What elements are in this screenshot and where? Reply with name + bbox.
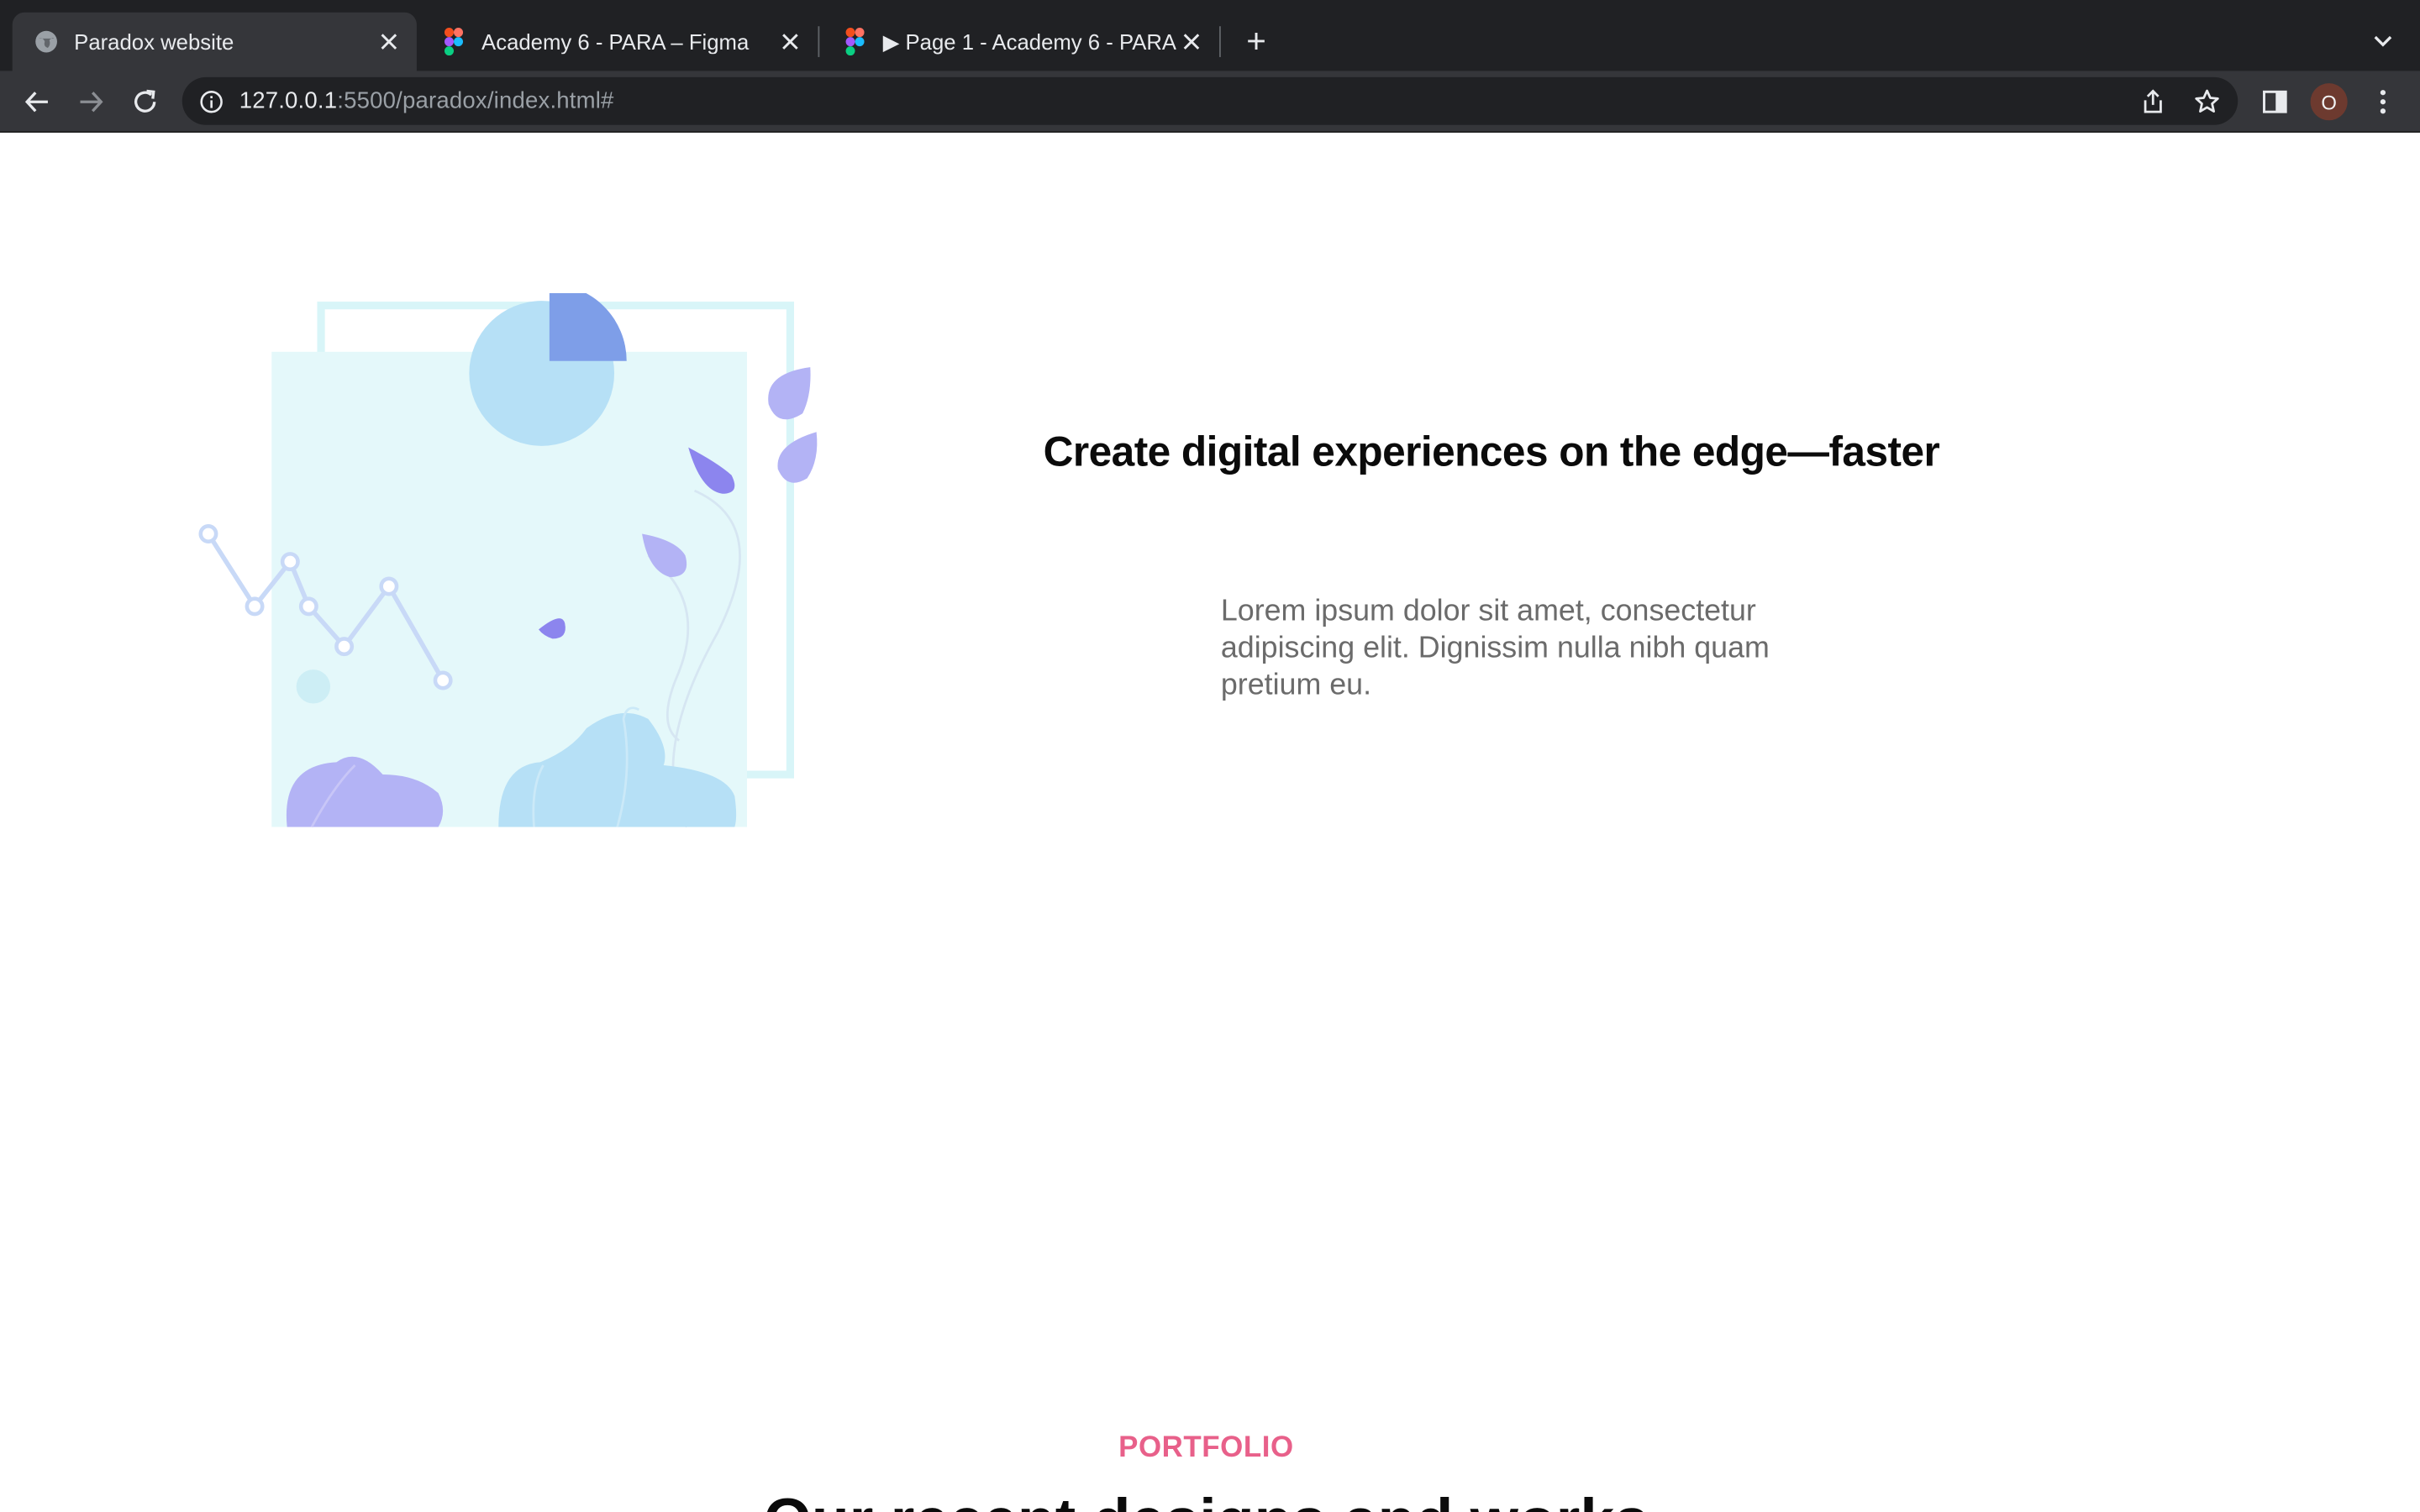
tab-close-icon[interactable]: [1176, 26, 1207, 57]
page-viewport: Create digital experiences on the edge—f…: [0, 132, 2420, 1512]
chevron-down-icon: [2374, 35, 2392, 47]
back-button[interactable]: [15, 81, 58, 123]
globe-icon: [34, 29, 58, 54]
forward-button[interactable]: [70, 81, 113, 123]
tab-page1-figma[interactable]: ▶ Page 1 - Academy 6 - PARA: [821, 13, 1219, 71]
arrow-right-icon: [80, 92, 103, 113]
bookmark-star-icon[interactable]: [2193, 88, 2221, 116]
hero-description: Lorem ipsum dolor sit amet, consectetur …: [1220, 594, 1770, 702]
tab-title: ▶ Page 1 - Academy 6 - PARA: [882, 28, 1176, 54]
reload-button[interactable]: [124, 81, 166, 123]
hero-title: Create digital experiences on the edge—f…: [1043, 428, 1940, 475]
tab-academy-figma[interactable]: Academy 6 - PARA – Figma: [420, 13, 818, 71]
plus-icon: +: [1246, 21, 1266, 60]
tab-separator: [818, 26, 820, 57]
side-panel-button[interactable]: [2254, 81, 2296, 123]
browser-toolbar: 127.0.0.1:5500/paradox/index.html# O: [0, 71, 2420, 133]
tab-title: Academy 6 - PARA – Figma: [481, 29, 750, 55]
arrow-left-icon: [24, 92, 48, 113]
url-path: :5500/paradox/index.html#: [337, 87, 614, 114]
figma-icon: [843, 28, 867, 56]
new-tab-button[interactable]: +: [1238, 21, 1275, 60]
url-host: 127.0.0.1: [239, 87, 338, 114]
profile-avatar[interactable]: O: [2310, 83, 2348, 121]
share-icon[interactable]: [2139, 88, 2167, 116]
tab-search-button[interactable]: [2365, 24, 2402, 60]
tab-close-icon[interactable]: [373, 26, 404, 57]
browser-tab-strip: Paradox website Academy 6 - PARA – Figma: [0, 0, 2420, 71]
reload-icon: [134, 89, 156, 113]
portfolio-heading: Our recent designs and works: [0, 1488, 2412, 1512]
menu-button[interactable]: [2361, 81, 2404, 123]
portfolio-section-label: PORTFOLIO: [1118, 1431, 1294, 1465]
figma-icon: [441, 28, 466, 56]
tab-title: Paradox website: [74, 29, 234, 55]
tab-close-icon[interactable]: [775, 26, 806, 57]
hero-illustration: [198, 292, 818, 828]
side-panel-icon: [2263, 90, 2287, 113]
tab-separator: [1219, 26, 1221, 57]
address-bar[interactable]: 127.0.0.1:5500/paradox/index.html#: [182, 76, 2238, 125]
more-vert-icon: [2380, 90, 2386, 114]
info-icon[interactable]: [197, 87, 225, 115]
url-text: 127.0.0.1:5500/paradox/index.html#: [239, 88, 614, 114]
tab-paradox-website[interactable]: Paradox website: [12, 12, 417, 71]
